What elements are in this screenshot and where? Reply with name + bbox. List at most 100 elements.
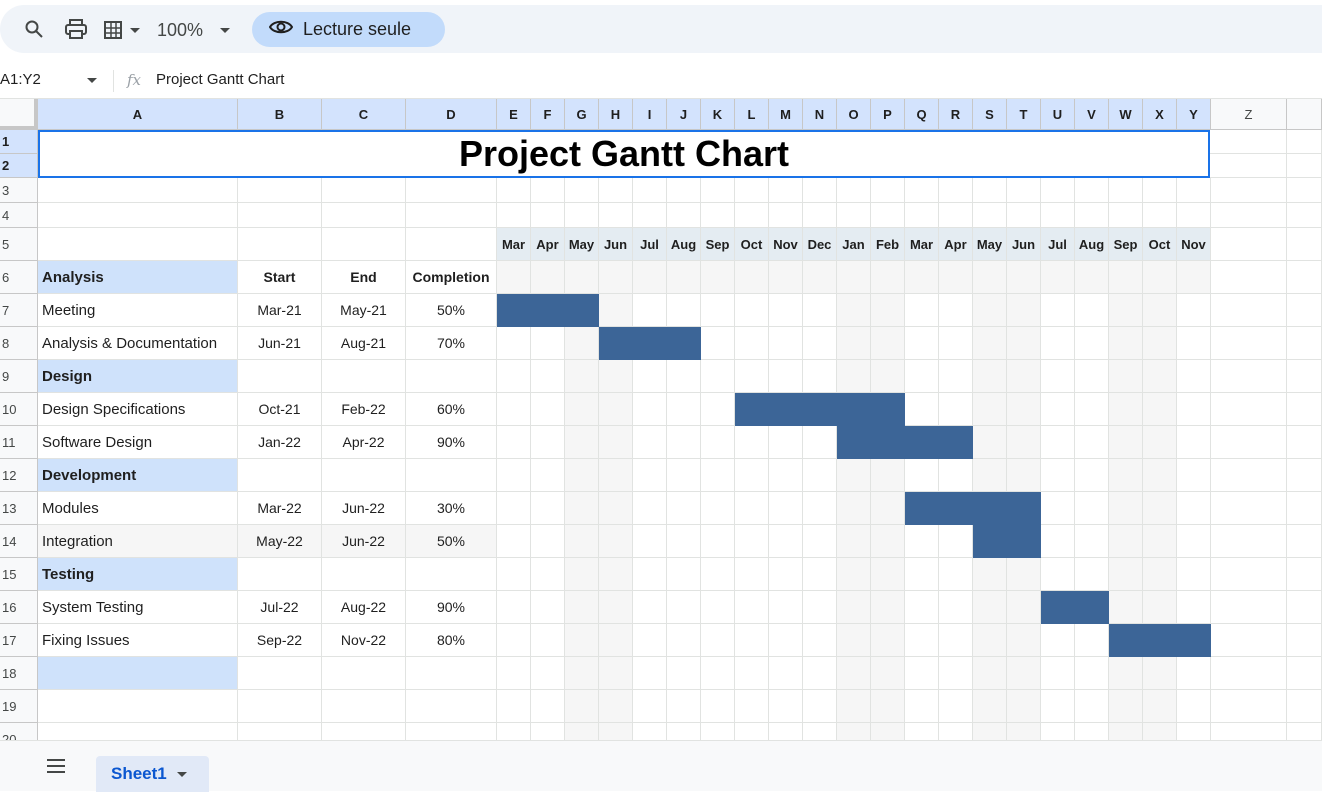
cell[interactable] — [1041, 203, 1075, 228]
cell[interactable] — [633, 426, 667, 459]
cell[interactable] — [599, 558, 633, 591]
cell[interactable] — [837, 657, 871, 690]
cell[interactable] — [1007, 294, 1041, 327]
row-header-14[interactable]: 14 — [0, 525, 38, 558]
cell[interactable] — [1109, 657, 1143, 690]
cell[interactable] — [38, 203, 238, 228]
cell[interactable] — [803, 591, 837, 624]
cell[interactable] — [1041, 360, 1075, 393]
cell[interactable] — [1177, 426, 1211, 459]
cell[interactable] — [1075, 690, 1109, 723]
cell[interactable] — [238, 558, 322, 591]
cell[interactable] — [973, 294, 1007, 327]
cell[interactable] — [701, 426, 735, 459]
cell[interactable] — [497, 492, 531, 525]
cell[interactable] — [973, 459, 1007, 492]
sheet-tab-chevron-down-icon[interactable] — [176, 771, 187, 777]
cell[interactable] — [803, 723, 837, 740]
cell[interactable] — [1041, 525, 1075, 558]
cell[interactable] — [1177, 690, 1211, 723]
cell[interactable] — [322, 657, 406, 690]
row-header-6[interactable]: 6 — [0, 261, 38, 294]
column-header-v[interactable]: V — [1075, 99, 1109, 130]
cell[interactable] — [1109, 178, 1143, 203]
cell[interactable] — [1287, 690, 1322, 723]
cell[interactable] — [1211, 393, 1287, 426]
cell[interactable] — [38, 690, 238, 723]
cell[interactable] — [1287, 261, 1322, 294]
cell[interactable] — [1041, 261, 1075, 294]
cell[interactable] — [1211, 426, 1287, 459]
cell[interactable] — [1177, 294, 1211, 327]
cell[interactable] — [633, 393, 667, 426]
cell[interactable] — [633, 558, 667, 591]
cell[interactable] — [735, 558, 769, 591]
cell[interactable] — [1109, 525, 1143, 558]
column-header-i[interactable]: I — [633, 99, 667, 130]
cell[interactable] — [599, 261, 633, 294]
cell[interactable] — [667, 558, 701, 591]
column-header-u[interactable]: U — [1041, 99, 1075, 130]
cell[interactable] — [531, 723, 565, 740]
cell[interactable] — [939, 261, 973, 294]
cell[interactable] — [1287, 360, 1322, 393]
cell[interactable] — [633, 178, 667, 203]
cell[interactable] — [701, 591, 735, 624]
cell[interactable] — [238, 723, 322, 740]
row-header-1[interactable]: 1 — [0, 130, 38, 154]
cell[interactable] — [531, 657, 565, 690]
cell[interactable] — [939, 393, 973, 426]
cell[interactable] — [565, 327, 599, 360]
cell[interactable] — [837, 178, 871, 203]
cell[interactable] — [1007, 261, 1041, 294]
cell[interactable] — [701, 327, 735, 360]
cell[interactable] — [1287, 723, 1322, 740]
cell[interactable] — [735, 690, 769, 723]
cell[interactable] — [939, 624, 973, 657]
cell[interactable] — [1007, 624, 1041, 657]
cell[interactable] — [769, 261, 803, 294]
cell[interactable] — [1211, 327, 1287, 360]
cell[interactable] — [531, 393, 565, 426]
cell[interactable] — [238, 203, 322, 228]
cell[interactable] — [973, 203, 1007, 228]
cell[interactable] — [769, 492, 803, 525]
cell[interactable] — [1287, 426, 1322, 459]
cell[interactable] — [406, 558, 497, 591]
cell[interactable] — [1075, 657, 1109, 690]
cell[interactable] — [1041, 690, 1075, 723]
cell[interactable] — [735, 261, 769, 294]
cell[interactable] — [735, 203, 769, 228]
cell[interactable] — [837, 558, 871, 591]
cell[interactable] — [905, 294, 939, 327]
column-header-j[interactable]: J — [667, 99, 701, 130]
search-icon[interactable] — [22, 17, 46, 41]
cell[interactable] — [735, 723, 769, 740]
cell[interactable] — [531, 525, 565, 558]
cell[interactable] — [1143, 360, 1177, 393]
cell[interactable] — [905, 525, 939, 558]
cell[interactable] — [905, 624, 939, 657]
cell[interactable] — [633, 459, 667, 492]
cell[interactable] — [973, 690, 1007, 723]
cell[interactable] — [565, 492, 599, 525]
cell[interactable] — [803, 690, 837, 723]
cell[interactable] — [497, 426, 531, 459]
row-header-4[interactable]: 4 — [0, 203, 38, 228]
cell[interactable] — [599, 657, 633, 690]
column-header-a[interactable]: A — [38, 99, 238, 130]
cell[interactable] — [939, 723, 973, 740]
cell[interactable] — [905, 327, 939, 360]
cell[interactable] — [322, 690, 406, 723]
cell[interactable] — [803, 657, 837, 690]
cell[interactable] — [939, 360, 973, 393]
cell[interactable] — [633, 294, 667, 327]
cell[interactable] — [599, 459, 633, 492]
cell[interactable] — [905, 360, 939, 393]
cell[interactable] — [1109, 426, 1143, 459]
formula-input[interactable]: Project Gantt Chart — [156, 71, 284, 88]
cell[interactable] — [531, 591, 565, 624]
cell[interactable] — [939, 525, 973, 558]
cell[interactable] — [1143, 723, 1177, 740]
cell[interactable] — [871, 261, 905, 294]
